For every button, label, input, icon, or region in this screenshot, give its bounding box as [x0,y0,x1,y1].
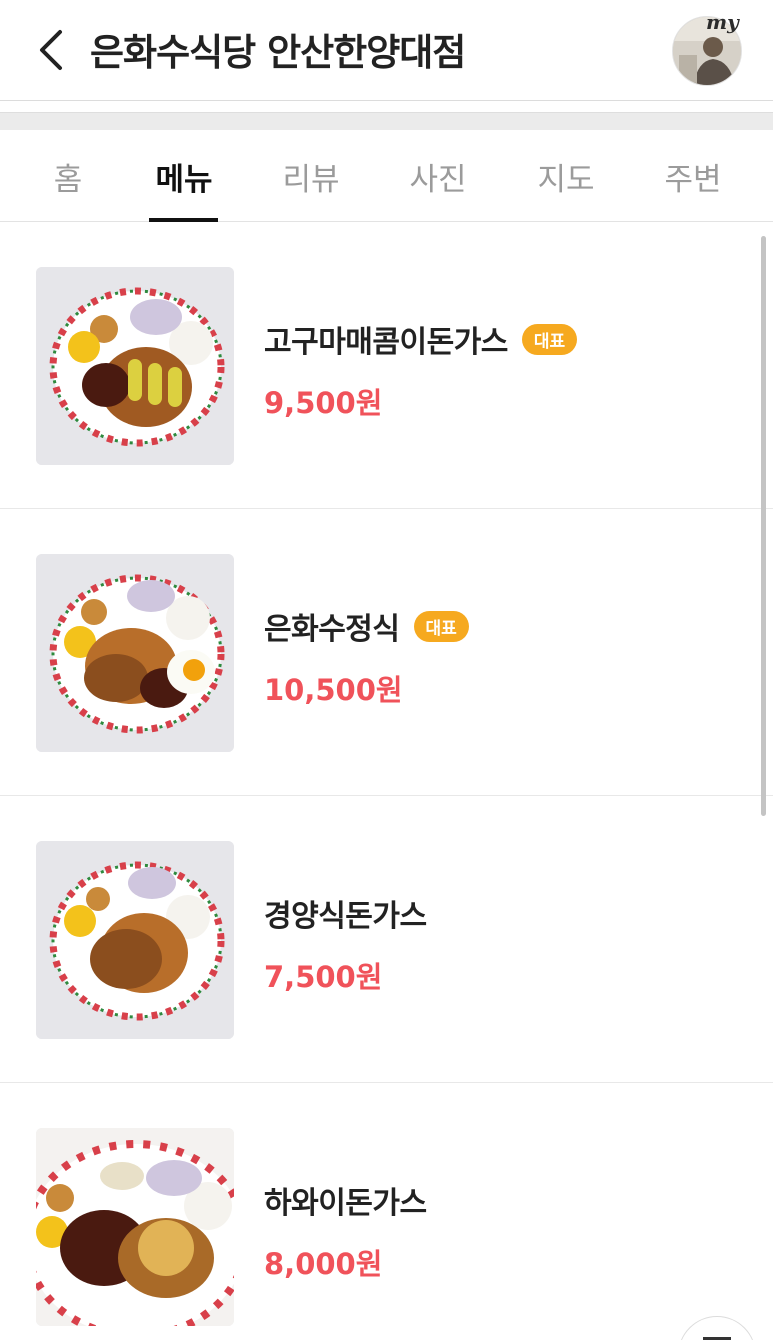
menu-item-title-row: 경양식돈가스 [264,891,427,935]
tab-review[interactable]: 리뷰 [266,154,356,199]
menu-item-price: 8,000원 [264,1247,383,1281]
menu-item[interactable]: 하와이돈가스 8,000원 [0,1083,773,1340]
scrollbar[interactable] [761,236,766,816]
menu-item-title-row: 하와이돈가스 [264,1178,427,1222]
section-gap [0,112,773,130]
signature-badge: 대표 [521,323,578,355]
menu-photo [36,1128,234,1326]
menu-item-title-row: 고구마매콤이돈가스 대표 [264,317,578,361]
menu-item[interactable]: 고구마매콤이돈가스 대표 9,500원 [0,222,773,509]
my-badge: my [706,10,739,34]
menu-photo [36,554,234,752]
tab-map[interactable]: 지도 [521,154,611,199]
tab-nearby[interactable]: 주변 [648,154,738,199]
menu-item-price: 10,500원 [264,673,403,707]
menu-item-name: 고구마매콤이돈가스 [264,325,508,360]
signature-badge: 대표 [413,610,469,642]
menu-item-price: 9,500원 [264,386,383,420]
back-button[interactable] [30,26,70,74]
page-title: 은화수식당 안산한양대점 [90,31,466,74]
tab-photo[interactable]: 사진 [393,154,483,199]
menu-item[interactable]: 은화수정식 대표 10,500원 [0,509,773,796]
chevron-left-icon [40,30,62,70]
menu-photo [36,841,234,1039]
menu-item-price: 7,500원 [264,960,383,994]
menu-list: 고구마매콤이돈가스 대표 9,500원 은화수정식 대표 10,500원 경양식… [0,222,773,1340]
header-divider [0,100,773,101]
top-bar: 은화수식당 안산한양대점 my [0,0,773,100]
menu-item[interactable]: 경양식돈가스 7,500원 [0,796,773,1083]
menu-item-name: 은화수정식 [264,612,400,647]
menu-item-title-row: 은화수정식 대표 [264,604,469,648]
tab-menu[interactable]: 메뉴 [139,154,229,199]
tab-home[interactable]: 홈 [23,154,113,199]
tab-bar: 홈 메뉴 리뷰 사진 지도 주변 [0,130,773,222]
menu-item-name: 경양식돈가스 [264,899,427,934]
menu-item-name: 하와이돈가스 [264,1186,427,1221]
menu-photo [36,267,234,465]
